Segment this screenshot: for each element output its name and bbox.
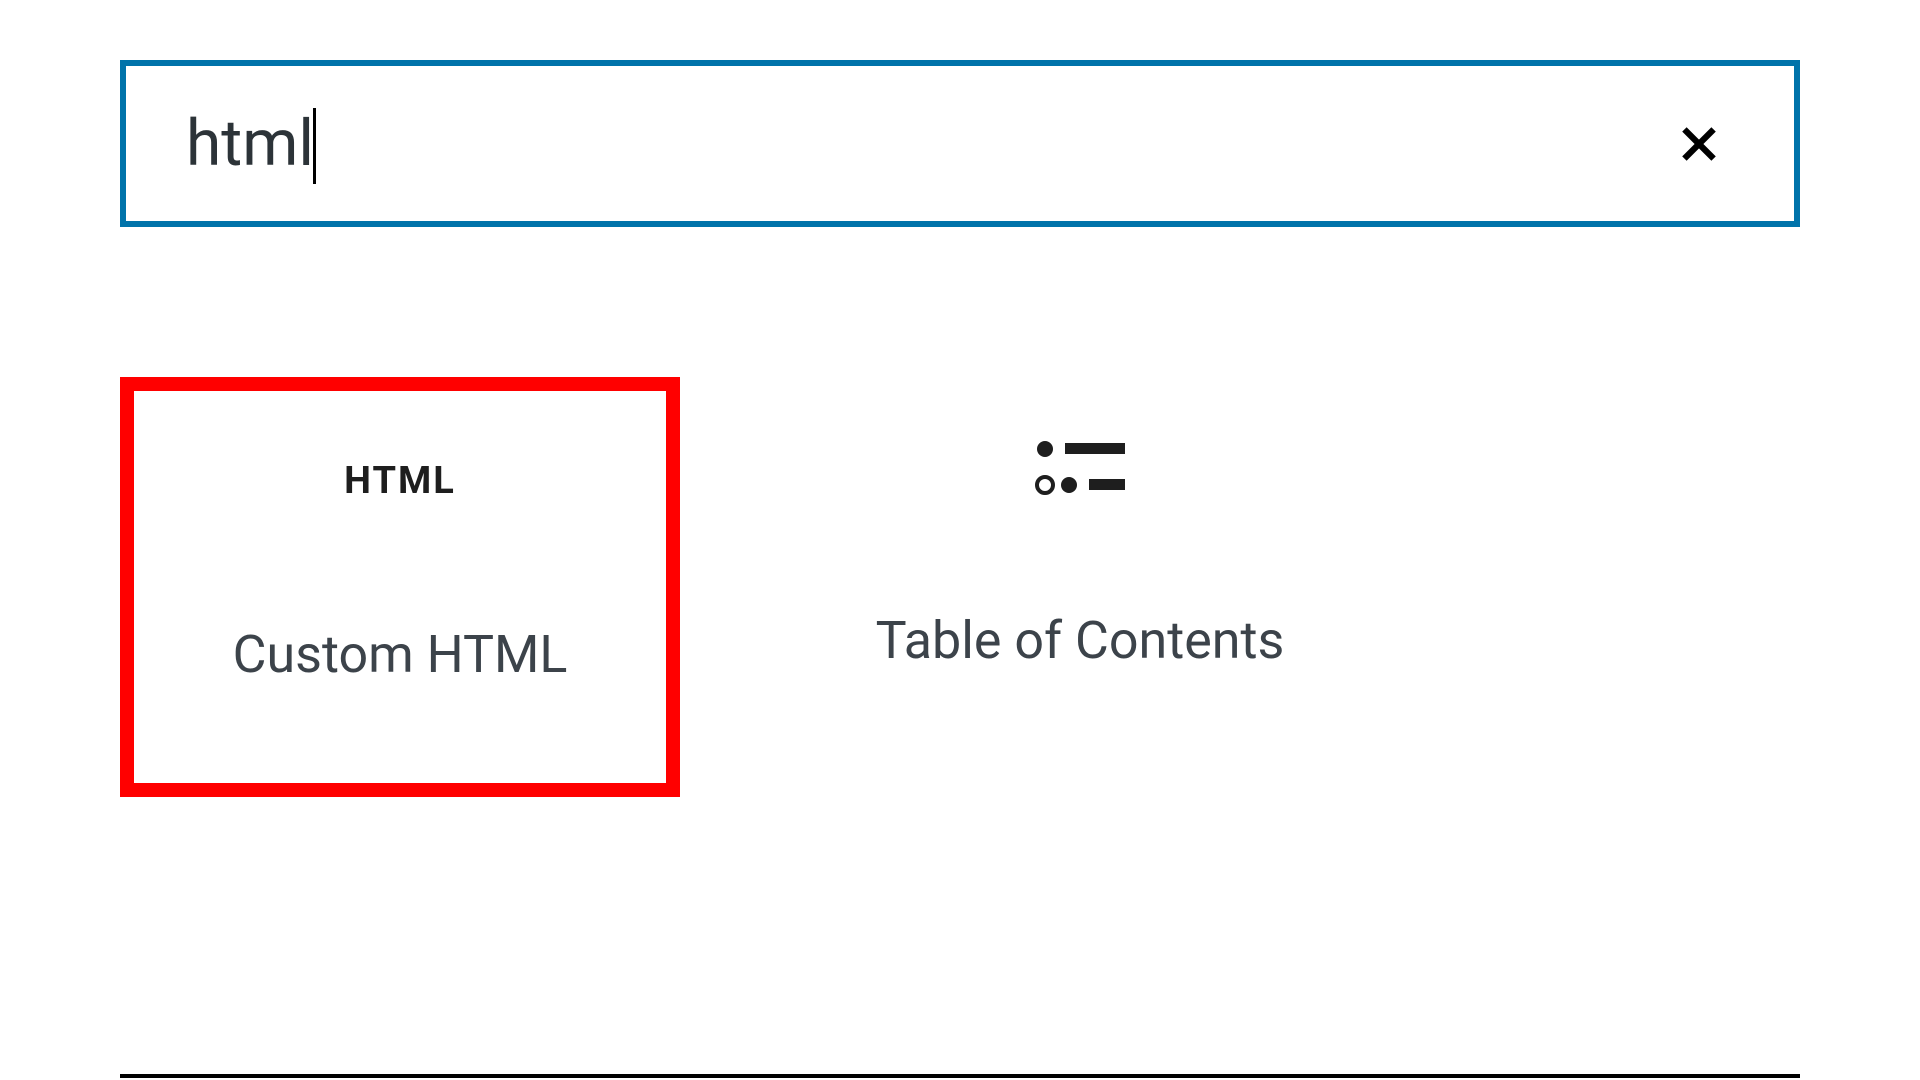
close-icon [1674, 119, 1724, 169]
divider-line [120, 1074, 1800, 1078]
block-label: Table of Contents [876, 607, 1285, 675]
table-of-contents-icon [1033, 427, 1128, 507]
block-custom-html[interactable]: HTML Custom HTML [120, 377, 680, 797]
block-search-container: html [120, 60, 1800, 227]
block-table-of-contents[interactable]: Table of Contents [800, 377, 1360, 797]
block-label: Custom HTML [233, 621, 568, 689]
html-icon: HTML [344, 441, 456, 521]
clear-search-button[interactable] [1664, 109, 1734, 179]
block-results-grid: HTML Custom HTML Table of Contents [120, 377, 1800, 797]
search-input-wrapper[interactable]: html [186, 106, 1664, 181]
search-input[interactable]: html [186, 106, 314, 181]
